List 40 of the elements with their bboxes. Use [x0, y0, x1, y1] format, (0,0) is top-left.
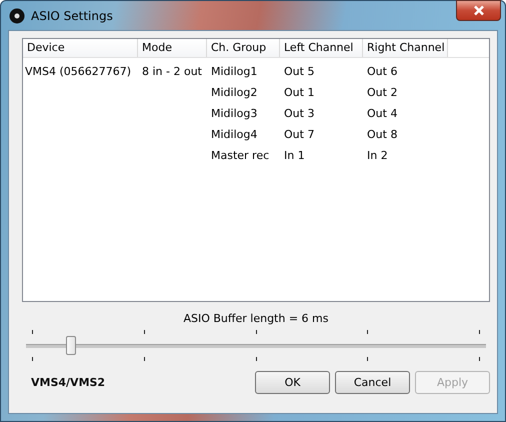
- table-cell: 8 in - 2 out: [142, 65, 202, 78]
- column-header[interactable]: Left Channel: [280, 39, 363, 57]
- table-cell: Out 1: [284, 86, 314, 99]
- window-title: ASIO Settings: [31, 8, 113, 22]
- tick-mark: [32, 357, 33, 361]
- brand-label: VMS4/VMS2: [30, 376, 106, 389]
- table-cell: VMS4 (056627767): [25, 65, 132, 78]
- table-cell: Out 2: [367, 86, 398, 99]
- dialog-button[interactable]: OK: [255, 371, 330, 394]
- close-icon: [472, 5, 484, 16]
- table-cell: Out 4: [367, 107, 398, 120]
- table-cell: Midilog2: [211, 86, 258, 99]
- tick-mark: [479, 330, 480, 334]
- table-cell: Out 5: [284, 65, 314, 78]
- table-cell: Midilog1: [211, 65, 258, 78]
- table-cell: In 2: [367, 149, 388, 162]
- table-cell: In 1: [284, 149, 305, 162]
- table-cell: Master rec: [211, 149, 270, 162]
- close-button[interactable]: [456, 0, 501, 21]
- disc-icon: [9, 8, 25, 24]
- column-header[interactable]: Mode: [138, 39, 207, 57]
- column-header[interactable]: Right Channel: [363, 39, 448, 57]
- table-cell: Out 3: [284, 107, 314, 120]
- table-cell: Midilog3: [211, 107, 258, 120]
- column-header[interactable]: Device: [23, 39, 138, 57]
- table-cell: Out 8: [367, 128, 398, 141]
- table-cell: Out 7: [284, 128, 314, 141]
- slider-thumb[interactable]: [66, 336, 76, 355]
- tick-mark: [32, 330, 33, 334]
- table-cell: Out 6: [367, 65, 398, 78]
- tick-mark: [367, 357, 368, 361]
- buffer-length-label: ASIO Buffer length = 6 ms: [182, 312, 330, 326]
- tick-mark: [144, 330, 145, 334]
- tick-mark: [144, 357, 145, 361]
- column-header[interactable]: Ch. Group: [207, 39, 280, 57]
- tick-mark: [479, 357, 480, 361]
- dialog-button[interactable]: Cancel: [335, 371, 410, 394]
- tick-mark: [367, 330, 368, 334]
- table-cell: Midilog4: [211, 128, 258, 141]
- buffer-slider[interactable]: [26, 330, 486, 362]
